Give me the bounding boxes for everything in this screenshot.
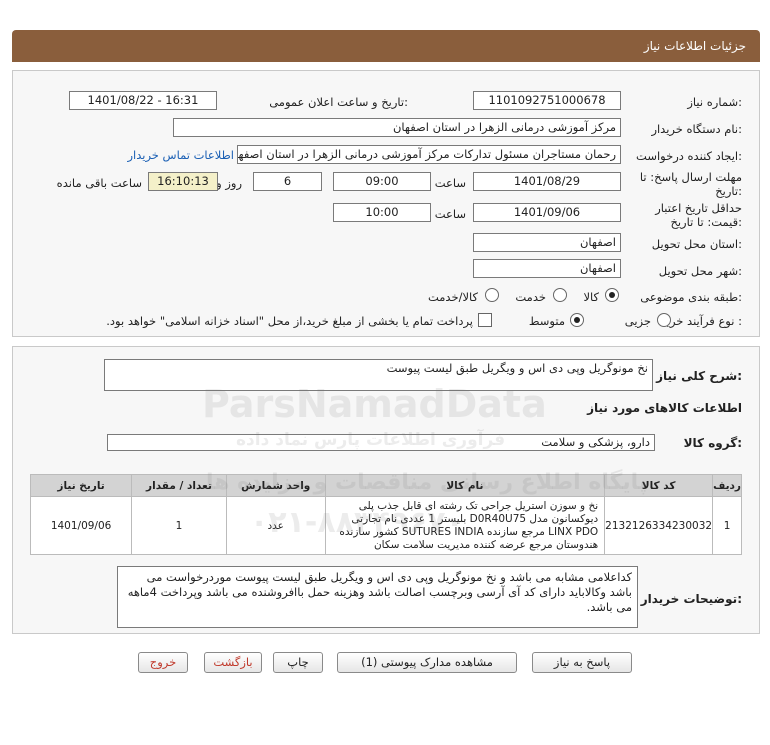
need-number-field: 1101092751000678 (473, 91, 621, 110)
category-option-service: خدمت (515, 290, 546, 304)
cell-row-number: 1 (712, 496, 742, 555)
view-attachments-button[interactable]: مشاهده مدارک پیوستی (1) (337, 652, 517, 673)
category-option-goods: کالا (583, 290, 599, 304)
description-label: شرح کلی نیاز: (656, 369, 742, 383)
category-radio-service[interactable] (553, 288, 567, 302)
buyer-notes-label: توضیحات خریدار: (640, 592, 742, 606)
category-label: طبقه بندی موضوعی: (640, 290, 742, 304)
col-need-date: تاریخ نیاز (29, 474, 133, 497)
goods-table: تاریخ نیاز تعداد / مقدار واحد شمارش نام … (29, 474, 742, 555)
print-button[interactable]: چاپ (273, 652, 323, 673)
category-radio-goods[interactable] (605, 288, 619, 302)
col-quantity: تعداد / مقدار (131, 474, 227, 497)
cell-goods-code: 2132126334230032 (604, 496, 714, 555)
validity-time-field: 10:00 (333, 203, 431, 222)
deadline-time-field: 09:00 (333, 172, 431, 191)
col-unit: واحد شمارش (225, 474, 326, 497)
announce-label: تاریخ و ساعت اعلان عمومی: (269, 95, 408, 109)
col-row: ردیف (712, 474, 742, 497)
deadline-time-label: ساعت (434, 176, 466, 190)
validity-date-field: 1401/09/06 (473, 203, 621, 222)
back-button[interactable]: بازگشت (204, 652, 262, 673)
treasury-payment-note: پرداخت تمام یا بخشی از مبلغ خرید،از محل … (106, 314, 473, 328)
goods-group-label: گروه کالا: (683, 436, 742, 450)
process-label: نوع فرآیند خرید : (660, 314, 742, 328)
description-field: نخ مونوگریل وپی دی اس و ویگریل طبق لیست … (104, 359, 653, 391)
validity-label-2: قیمت: تا تاریخ: (670, 215, 742, 229)
requester-field: رحمان مستاجران مسئول تداركات مرکز آموزشی… (237, 145, 621, 164)
deadline-label-1: مهلت ارسال پاسخ: تا (639, 170, 742, 184)
buyer-notes-field: کداعلامی مشابه می باشد و نخ مونوگریل وپی… (117, 566, 638, 628)
process-option-minor: جزیی (624, 314, 651, 328)
process-radio-minor[interactable] (657, 313, 671, 327)
validity-time-label: ساعت (434, 207, 466, 221)
delivery-province-label: استان محل تحویل: (651, 237, 742, 251)
table-row[interactable]: 1401/09/06 1 عدد نخ و سوزن استریل جراحی … (29, 496, 742, 555)
need-number-label: شماره نیاز: (687, 95, 742, 109)
delivery-city-field: اصفهان (473, 259, 621, 278)
buyer-org-field: مرکز آموزشی درمانی الزهرا در استان اصفها… (173, 118, 621, 137)
exit-button[interactable]: خروج (138, 652, 188, 673)
page-header: جزئیات اطلاعات نیاز (12, 30, 760, 62)
deadline-label-2: تاریخ: (715, 184, 742, 198)
goods-group-field: دارو، پزشکی و سلامت (107, 434, 655, 451)
cell-quantity: 1 (131, 496, 227, 555)
deadline-date-field: 1401/08/29 (473, 172, 621, 191)
cell-goods-name: نخ و سوزن استریل جراحی تک رشته ای قابل ج… (324, 496, 606, 555)
buyer-org-label: نام دستگاه خریدار: (651, 122, 742, 136)
page-title: جزئیات اطلاعات نیاز (643, 39, 746, 53)
treasury-payment-checkbox[interactable] (478, 313, 492, 327)
cell-unit: عدد (225, 496, 326, 555)
goods-table-header: تاریخ نیاز تعداد / مقدار واحد شمارش نام … (29, 474, 742, 497)
delivery-province-field: اصفهان (473, 233, 621, 252)
delivery-city-label: شهر محل تحویل: (658, 264, 742, 278)
category-radio-goods-service[interactable] (485, 288, 499, 302)
announce-field: 1401/08/22 - 16:31 (69, 91, 217, 110)
buyer-contact-link[interactable]: اطلاعات تماس خریدار (127, 148, 234, 162)
requester-label: ایجاد کننده درخواست: (636, 149, 742, 163)
goods-info-title: اطلاعات کالاهای مورد نیاز (587, 401, 742, 415)
days-field: 6 (253, 172, 322, 191)
remaining-label: ساعت باقی مانده (56, 176, 142, 190)
remaining-time-field: 16:10:13 (148, 172, 218, 191)
process-option-medium: متوسط (528, 314, 565, 328)
validity-label-1: حداقل تاریخ اعتبار (655, 201, 742, 215)
process-radio-medium[interactable] (570, 313, 584, 327)
col-goods-name: نام کالا (324, 474, 606, 497)
reply-button[interactable]: پاسخ به نیاز (532, 652, 632, 673)
cell-need-date: 1401/09/06 (29, 496, 133, 555)
days-label: روز و (216, 176, 242, 190)
col-goods-code: کد کالا (604, 474, 714, 497)
category-option-goods-service: کالا/خدمت (427, 290, 478, 304)
